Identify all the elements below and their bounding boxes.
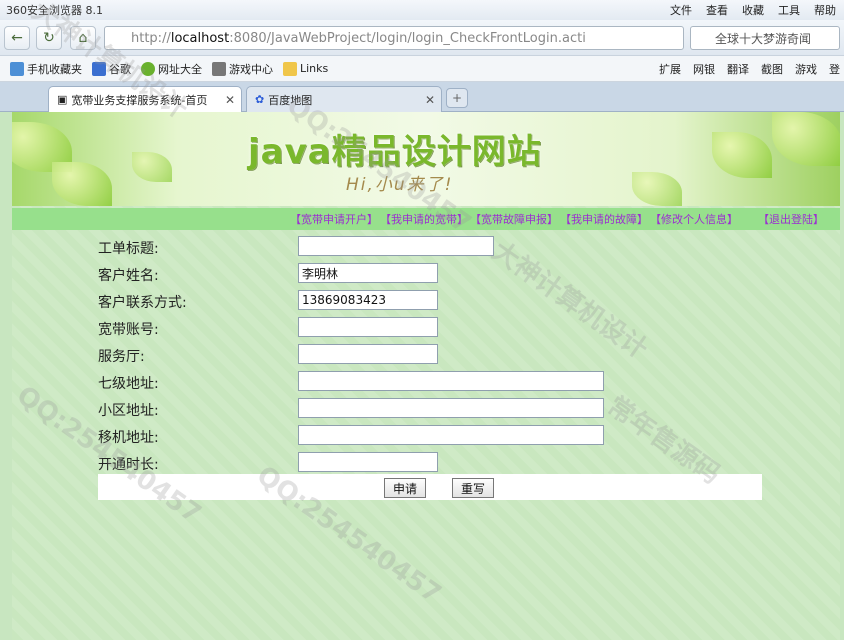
nav-logout[interactable]: 【退出登陆】 <box>758 211 824 227</box>
tab-home[interactable]: ▣ 宽带业务支撑服务系统-首页 ✕ <box>48 86 242 112</box>
browser-menu: 文件 查看 收藏 工具 帮助 <box>670 2 836 18</box>
form-row-account: 宽带账号: <box>98 315 762 342</box>
address7-input[interactable] <box>298 371 604 391</box>
form-row-title: 工单标题: <box>98 234 762 261</box>
menu-view[interactable]: 查看 <box>706 2 728 18</box>
site-subtitle: Hi,小u来了! <box>346 175 454 195</box>
url-input[interactable]: http://localhost:8080/JavaWebProject/log… <box>104 26 684 50</box>
customer-name-input[interactable] <box>298 263 438 283</box>
broadband-account-input[interactable] <box>298 317 438 337</box>
browser-title-bar: 360安全浏览器 8.1 文件 查看 收藏 工具 帮助 <box>0 0 844 20</box>
form-row-duration: 开通时长: <box>98 450 762 477</box>
site-nav: 【宽带申请开户】 【我申请的宽带】 【宽带故障申报】 【我申请的故障】 【修改个… <box>12 208 840 230</box>
url-prefix: http:// <box>131 30 171 46</box>
phone-label: 客户联系方式: <box>98 295 187 311</box>
leaf-decoration <box>132 152 172 182</box>
nav-my-broadband[interactable]: 【我申请的宽带】 <box>380 211 468 227</box>
phone-input[interactable] <box>298 290 438 310</box>
duration-input[interactable] <box>298 452 438 472</box>
submit-button[interactable]: 申请 <box>384 478 427 498</box>
gamepad-icon <box>212 61 226 76</box>
new-tab-button[interactable]: + <box>446 88 468 108</box>
google-icon <box>92 61 106 76</box>
search-input[interactable]: 全球十大梦游奇闻 <box>690 26 840 50</box>
community-address-input[interactable] <box>298 398 604 418</box>
leaf-decoration <box>712 132 772 178</box>
back-arrow-icon: ← <box>11 30 23 46</box>
menu-tools[interactable]: 工具 <box>778 2 800 18</box>
nav-apply-broadband[interactable]: 【宽带申请开户】 <box>290 211 378 227</box>
phone-icon <box>10 61 24 76</box>
url-path: :8080/JavaWebProject/login/login_CheckFr… <box>229 30 586 46</box>
bookmark-mobile[interactable]: 手机收藏夹 <box>10 61 82 77</box>
home-button[interactable]: ⌂ <box>70 26 96 50</box>
translate-button[interactable]: 翻译 <box>727 61 749 77</box>
close-icon[interactable]: ✕ <box>225 93 235 107</box>
extensions-button[interactable]: 扩展 <box>659 61 681 77</box>
app-title: 360安全浏览器 8.1 <box>6 4 103 17</box>
menu-favorites[interactable]: 收藏 <box>742 2 764 18</box>
page-content: java精品设计网站 Hi,小u来了! 【宽带申请开户】 【我申请的宽带】 【宽… <box>12 112 840 640</box>
close-icon[interactable]: ✕ <box>425 93 435 107</box>
address-toolbar: ← ↻ ⌂ http://localhost:8080/JavaWebProje… <box>0 20 844 56</box>
games-button[interactable]: 游戏 <box>795 61 817 77</box>
form-buttons: 申请 重写 <box>98 474 762 500</box>
duration-label: 开通时长: <box>98 457 159 473</box>
plus-icon: + <box>451 91 463 105</box>
form-row-name: 客户姓名: <box>98 261 762 288</box>
home-icon: ⌂ <box>78 30 88 46</box>
leaf-decoration <box>632 172 682 206</box>
toolbar-right: 扩展 网银 翻译 截图 游戏 登 <box>659 61 840 77</box>
relocation-address-input[interactable] <box>298 425 604 445</box>
site-banner: java精品设计网站 Hi,小u来了! <box>12 112 840 206</box>
back-button[interactable]: ← <box>4 26 30 50</box>
bookmark-google[interactable]: 谷歌 <box>92 61 131 77</box>
title-label: 工单标题: <box>98 241 159 257</box>
name-label: 客户姓名: <box>98 268 159 284</box>
community-label: 小区地址: <box>98 403 159 419</box>
menu-file[interactable]: 文件 <box>670 2 692 18</box>
form-row-hall: 服务厅: <box>98 342 762 369</box>
hall-label: 服务厅: <box>98 349 145 365</box>
address7-label: 七级地址: <box>98 376 159 392</box>
service-hall-input[interactable] <box>298 344 438 364</box>
nav-report-fault[interactable]: 【宽带故障申报】 <box>470 211 558 227</box>
nav-edit-profile[interactable]: 【修改个人信息】 <box>650 211 738 227</box>
bookmark-links[interactable]: Links <box>283 61 328 76</box>
page-icon: ▣ <box>57 93 68 106</box>
reset-button[interactable]: 重写 <box>452 478 495 498</box>
form-row-phone: 客户联系方式: <box>98 288 762 315</box>
account-label: 宽带账号: <box>98 322 159 338</box>
leaf-decoration <box>772 112 840 166</box>
title-input[interactable] <box>298 236 494 256</box>
refresh-icon: ↻ <box>43 30 55 46</box>
bookmark-games[interactable]: 游戏中心 <box>212 61 273 77</box>
tab-strip: ▣ 宽带业务支撑服务系统-首页 ✕ ✿ 百度地图 ✕ + <box>0 82 844 112</box>
bookmark-sites[interactable]: 网址大全 <box>141 61 202 77</box>
nav-my-faults[interactable]: 【我申请的故障】 <box>560 211 648 227</box>
paw-icon: ✿ <box>255 93 265 106</box>
menu-help[interactable]: 帮助 <box>814 2 836 18</box>
leaf-decoration <box>52 162 112 206</box>
search-text: 全球十大梦游奇闻 <box>715 31 812 46</box>
folder-icon <box>283 61 297 76</box>
tab-baidu-map[interactable]: ✿ 百度地图 ✕ <box>246 86 442 112</box>
form-row-address7: 七级地址: <box>98 369 762 396</box>
application-form: 工单标题: 客户姓名: 客户联系方式: 宽带账号: 服务厅: 七级地址: <box>98 234 762 477</box>
url-host: localhost <box>170 30 230 46</box>
refresh-button[interactable]: ↻ <box>36 26 62 50</box>
bookmarks-bar: 手机收藏夹 谷歌 网址大全 游戏中心 Links 扩展 网银 翻译 截图 游戏 … <box>0 56 844 82</box>
bank-button[interactable]: 网银 <box>693 61 715 77</box>
site-title: java精品设计网站 <box>248 132 542 172</box>
login-button[interactable]: 登 <box>829 61 840 77</box>
form-row-community: 小区地址: <box>98 396 762 423</box>
machine-label: 移机地址: <box>98 430 159 446</box>
globe-icon <box>141 61 155 76</box>
form-row-machine: 移机地址: <box>98 423 762 450</box>
page-viewport: java精品设计网站 Hi,小u来了! 【宽带申请开户】 【我申请的宽带】 【宽… <box>0 112 844 640</box>
screenshot-button[interactable]: 截图 <box>761 61 783 77</box>
